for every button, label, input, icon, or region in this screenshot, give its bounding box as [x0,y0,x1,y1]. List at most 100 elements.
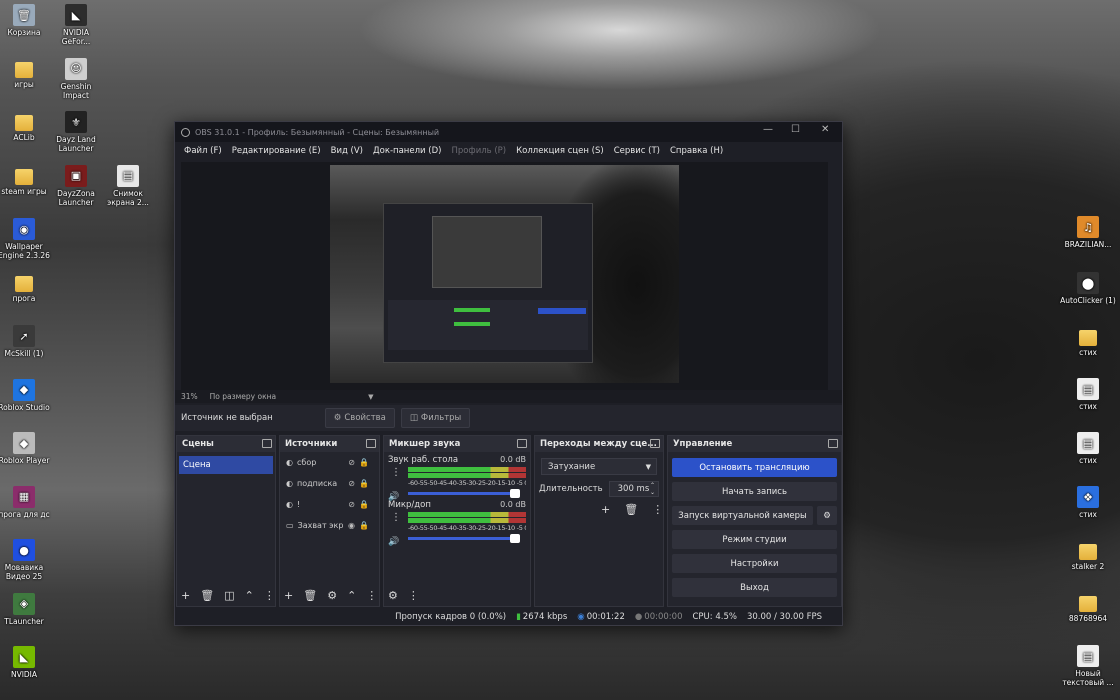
add-icon[interactable]: + [601,503,610,516]
settings-button[interactable]: Настройки [672,554,837,573]
trash-icon[interactable]: 🗑 [303,589,317,602]
more-icon[interactable]: ⋮ [264,589,275,602]
properties-button[interactable]: ⚙ Свойства [324,408,395,428]
filters-label: Фильтры [420,413,462,423]
source-name: ! [296,500,301,509]
right-desktop-icon[interactable]: ♫ BRAZILIAN... [1060,216,1116,249]
source-name: Захват экр [297,521,344,530]
left-desktop-icon[interactable]: ◣ NVIDIA [0,646,52,679]
maximize-button[interactable]: ☐ [791,124,800,135]
undock-icon[interactable] [262,439,272,448]
eye-icon[interactable]: ◉ [348,521,355,530]
minimize-button[interactable]: — [763,124,773,135]
gear-icon[interactable]: ⚙ [388,589,398,602]
left-desktop-icon[interactable]: ⚜ Dayz Land Launcher [48,111,104,153]
start-record-button[interactable]: Начать запись [672,482,837,501]
undock-icon[interactable] [366,439,376,448]
more-icon[interactable]: ⋮ [391,467,401,478]
source-item[interactable]: ◐! ⊘ 🔒 [280,494,379,515]
left-desktop-icon[interactable]: 🗑 Корзина [0,4,52,37]
zoom-bar[interactable]: 31% По размеру окна ▼ [175,390,842,403]
right-desktop-icon[interactable]: 88768964 [1060,592,1116,623]
source-item[interactable]: ▭ Захват экр ◉ 🔒 [280,515,379,536]
preview-canvas[interactable] [181,162,828,390]
right-desktop-icon[interactable]: ❖ стих [1060,486,1116,519]
spin-icon[interactable]: ⌃ ⌄ [650,482,655,496]
trash-icon[interactable]: 🗑 [200,589,214,602]
duration-field[interactable]: 300 ms ⌃ ⌄ [608,481,659,497]
filter-icon[interactable]: ◫ [224,589,234,602]
left-desktop-icon[interactable]: ▤ Снимок экрана 2... [100,164,156,207]
menu-item[interactable]: Док-панели (D) [368,146,446,156]
right-desktop-icon[interactable]: ▤ Новый текстовый ... [1060,645,1116,687]
left-desktop-icon[interactable]: игры [0,58,52,89]
left-desktop-icon[interactable]: ➚ McSkill (1) [0,325,52,358]
transitions-title: Переходы между сце... [540,439,657,449]
chevron-up-icon[interactable]: ⌃ [347,589,356,602]
trash-icon[interactable]: 🗑 [624,503,638,516]
lock-icon[interactable]: 🔒 [359,479,369,488]
volume-slider[interactable] [408,534,520,543]
chevron-down-icon[interactable]: ▼ [368,393,373,401]
left-desktop-icon[interactable]: прога [0,272,52,303]
title-bar[interactable]: OBS 31.0.1 - Профиль: Безымянный - Сцены… [175,122,842,142]
left-desktop-icon[interactable]: ◆ Roblox Studio [0,378,52,412]
gear-icon[interactable]: ⚙ [817,506,837,525]
lock-icon[interactable]: 🔒 [359,458,369,467]
stop-stream-button[interactable]: Остановить трансляцию [672,458,837,477]
menu-item[interactable]: Файл (F) [179,146,227,156]
zoom-mode[interactable]: По размеру окна [210,392,276,401]
scene-item[interactable]: Сцена [179,456,273,474]
more-icon[interactable]: ⋮ [652,503,663,516]
left-desktop-icon[interactable]: ◣ NVIDIA GeFor... [48,4,104,46]
right-desktop-icon[interactable]: ▤ стих [1060,432,1116,465]
more-icon[interactable]: ⋮ [391,512,401,523]
right-desktop-icon[interactable]: ▤ стих [1060,378,1116,411]
right-desktop-icon[interactable]: ⬤ AutoClicker (1) [1060,272,1116,305]
eye-off-icon[interactable]: ⊘ [348,458,355,467]
left-desktop-icon[interactable]: ▦ прога для дс [0,485,52,519]
desktop-icon-label: TLauncher [4,616,44,626]
volume-slider[interactable] [408,489,520,498]
chevron-up-icon[interactable]: ⌃ [245,589,254,602]
add-icon[interactable]: + [181,589,190,602]
left-desktop-icon[interactable]: ◆ Roblox Player [0,432,52,465]
left-desktop-icon[interactable]: steam игры [0,165,52,196]
add-icon[interactable]: + [284,589,293,602]
right-desktop-icon[interactable]: stalker 2 [1060,540,1116,571]
speaker-icon[interactable]: 🔊 [388,537,399,547]
more-icon[interactable]: ⋮ [366,589,377,602]
menu-item[interactable]: Коллекция сцен (S) [511,146,609,156]
source-item[interactable]: ◐ подписка ⊘ 🔒 [280,473,379,494]
menu-item[interactable]: Сервис (T) [609,146,665,156]
more-icon[interactable]: ⋮ [408,589,419,602]
undock-icon[interactable] [517,439,527,448]
left-desktop-icon[interactable]: ☺ Genshin Impact [48,57,104,100]
menu-item[interactable]: Редактирование (E) [227,146,326,156]
exit-button[interactable]: Выход [672,578,837,597]
source-item[interactable]: ◐ сбор ⊘ 🔒 [280,452,379,473]
left-desktop-icon[interactable]: ● Мовавика Видео 25 [0,539,52,581]
left-desktop-icon[interactable]: ACLib [0,111,52,142]
studio-mode-button[interactable]: Режим студии [672,530,837,549]
undock-icon[interactable] [828,439,838,448]
eye-off-icon[interactable]: ⊘ [348,500,355,509]
menu-item[interactable]: Профиль (P) [446,146,511,156]
filters-button[interactable]: ◫ Фильтры [400,408,471,428]
gear-icon[interactable]: ⚙ [327,589,337,602]
lock-icon[interactable]: 🔒 [359,521,369,530]
channel-db: 0.0 dB [500,500,526,509]
menu-item[interactable]: Справка (H) [665,146,728,156]
menu-item[interactable]: Вид (V) [326,146,368,156]
undock-icon[interactable] [650,439,660,448]
right-desktop-icon[interactable]: стих [1060,326,1116,357]
eye-off-icon[interactable]: ⊘ [348,479,355,488]
left-desktop-icon[interactable]: ▣ DayzZona Launcher [48,164,104,207]
left-desktop-icon[interactable]: ◈ TLauncher [0,592,52,626]
virtual-cam-button[interactable]: Запуск виртуальной камеры [672,506,813,525]
close-button[interactable]: ✕ [821,124,829,135]
left-desktop-icon[interactable]: ◉ Wallpaper Engine 2.3.26 [0,218,52,260]
mixer-title: Микшер звука [389,439,461,449]
transition-select[interactable]: Затухание ▼ [541,458,657,475]
lock-icon[interactable]: 🔒 [359,500,369,509]
